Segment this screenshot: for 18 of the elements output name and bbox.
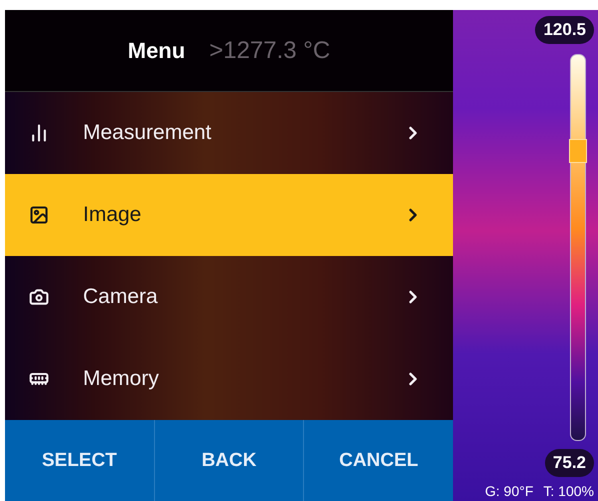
menu-item[interactable]: Camera: [5, 256, 453, 338]
menu-item[interactable]: Measurement: [5, 92, 453, 174]
menu-item-label: Camera: [83, 285, 159, 309]
camera-icon: [29, 287, 49, 307]
gain-text: G: 90°F: [485, 483, 534, 499]
min-temperature: 75.2: [544, 449, 594, 477]
menu-item[interactable]: Image: [5, 174, 453, 256]
menu-item-label: Image: [83, 203, 142, 227]
transparency-text: T: 100%: [543, 483, 594, 499]
level-marker[interactable]: [569, 139, 587, 164]
temperature-reading: >1277.3 °C: [209, 36, 330, 64]
image-icon: [29, 205, 49, 225]
max-temperature: 120.5: [535, 16, 594, 44]
menu-item-label: Measurement: [83, 121, 212, 145]
menu-title: Menu: [128, 38, 186, 64]
menu-item-label: Memory: [83, 367, 160, 391]
menu-item[interactable]: Memory: [5, 338, 453, 420]
bar-chart-icon: [29, 123, 49, 143]
